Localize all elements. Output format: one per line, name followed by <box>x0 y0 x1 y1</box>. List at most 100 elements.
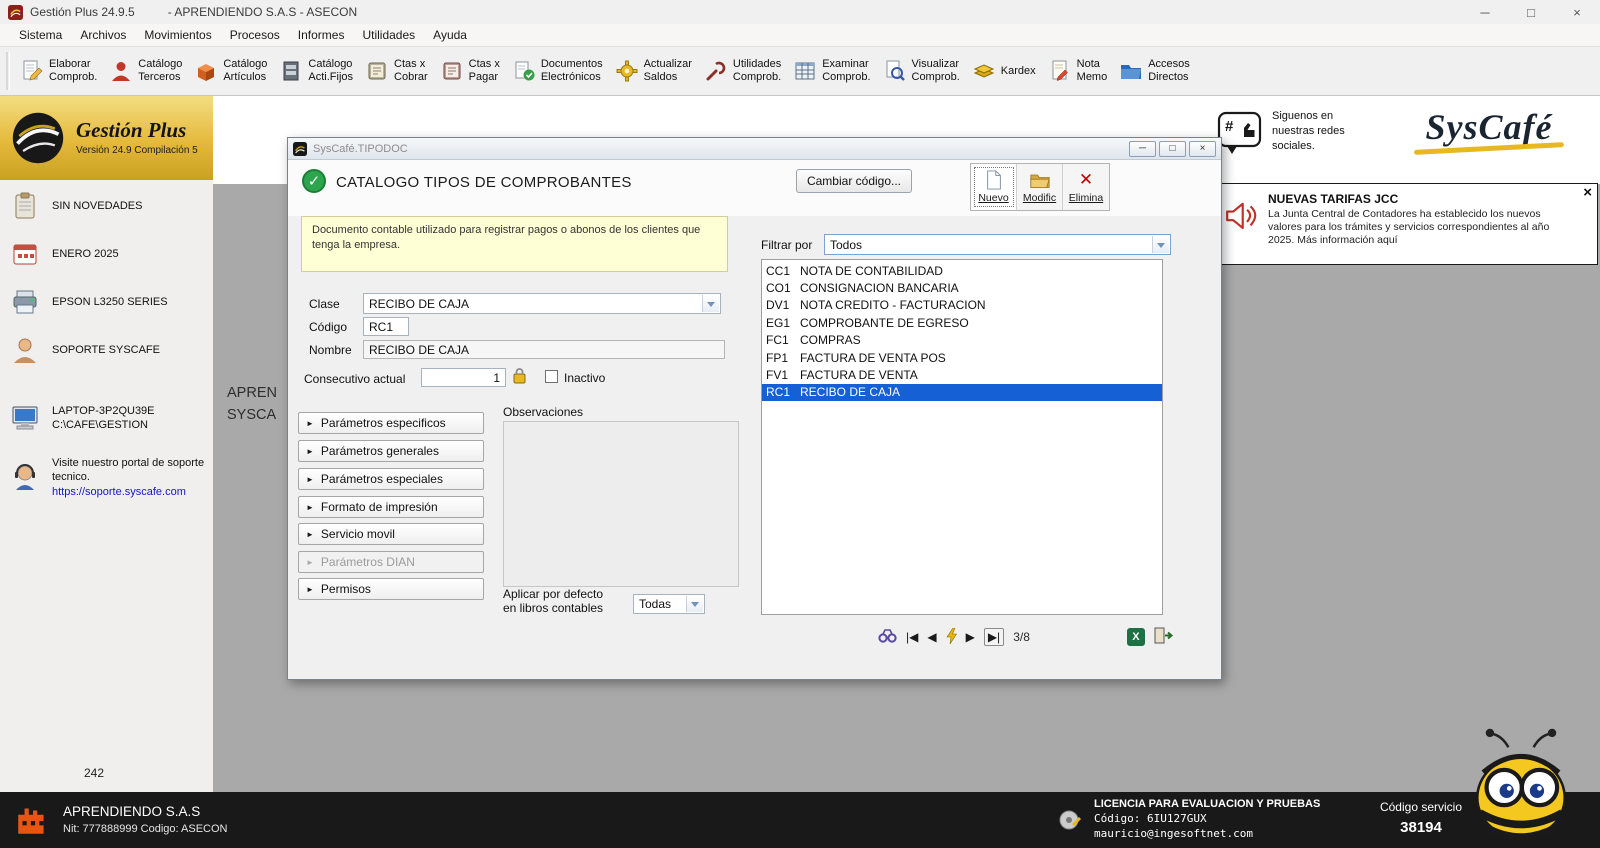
refresh-lightning-icon[interactable] <box>946 628 957 647</box>
eliminar-button[interactable]: ✕ Elimina <box>1063 164 1109 210</box>
inactivo-checkbox[interactable] <box>545 370 558 383</box>
toolbar-catalogo-actifijos[interactable]: CatálogoActi.Fijos <box>273 54 359 88</box>
dialog-close-button[interactable]: × <box>1189 141 1216 157</box>
parametros-generales-button[interactable]: Parámetros generales <box>298 440 484 462</box>
toolbar-documentos-electronicos[interactable]: DocumentosElectrónicos <box>506 54 609 88</box>
sidebar-item-periodo[interactable]: ENERO 2025 <box>10 238 205 270</box>
toolbar-elaborar-comprob[interactable]: ElaborarComprob. <box>14 54 103 88</box>
nombre-field[interactable]: RECIBO DE CAJA <box>363 340 725 359</box>
consecutivo-field[interactable]: 1 <box>421 368 506 387</box>
clase-label: Clase <box>309 297 340 311</box>
dialog-maximize-button[interactable]: □ <box>1159 141 1186 157</box>
license-title: LICENCIA PARA EVALUACION Y PRUEBAS <box>1094 798 1320 810</box>
toolbar-utilidades-comprob[interactable]: UtilidadesComprob. <box>698 54 787 88</box>
sidebar-item-portal[interactable]: Visite nuestro portal de soporte tecnico… <box>10 456 205 499</box>
toolbar-actualizar-saldos[interactable]: ActualizarSaldos <box>609 54 698 88</box>
parametros-especiales-button[interactable]: Parámetros especiales <box>298 468 484 490</box>
main-area: Gestión Plus Versión 24.9 Compilación 5 … <box>0 96 1600 792</box>
toolbar-ctas-pagar[interactable]: Ctas xPagar <box>434 54 506 88</box>
aplicar-label-line1: Aplicar por defecto <box>503 587 603 601</box>
sidebar-item-novedades[interactable]: SIN NOVEDADES <box>10 190 205 222</box>
nota-memo-icon <box>1048 59 1072 83</box>
toolbar-kardex[interactable]: Kardex <box>966 55 1042 87</box>
toolbar-label: UtilidadesComprob. <box>733 58 781 84</box>
doc-type-row[interactable]: FC1COMPRAS <box>762 332 1162 349</box>
menu-informes[interactable]: Informes <box>289 26 354 44</box>
computer-icon <box>10 403 40 433</box>
social-block[interactable]: # Siguenos en nuestras redes sociales. <box>1217 109 1364 159</box>
logo-subtitle: Versión 24.9 Compilación 5 <box>76 145 198 156</box>
record-navigation: |◀ ◀ ▶ ▶| 3/8 X <box>878 627 1174 647</box>
menu-utilidades[interactable]: Utilidades <box>353 26 424 44</box>
doc-type-row[interactable]: CO1CONSIGNACION BANCARIA <box>762 279 1162 296</box>
main-toolbar: ElaborarComprob. CatálogoTerceros Catálo… <box>0 46 1600 96</box>
doc-type-row[interactable]: RC1RECIBO DE CAJA <box>762 384 1162 401</box>
sidebar-item-label: SIN NOVEDADES <box>52 199 142 213</box>
parametros-dian-button[interactable]: Parámetros DIAN <box>298 551 484 573</box>
doc-type-row[interactable]: CC1NOTA DE CONTABILIDAD <box>762 262 1162 279</box>
toolbar-catalogo-terceros[interactable]: CatálogoTerceros <box>103 54 188 88</box>
sidebar-item-impresora[interactable]: EPSON L3250 SERIES <box>10 286 205 318</box>
filter-dropdown[interactable]: Todos <box>824 234 1171 255</box>
doc-type-row[interactable]: FP1FACTURA DE VENTA POS <box>762 349 1162 366</box>
elaborar-comprob-icon <box>20 59 44 83</box>
company-nit: Nit: 777888999 Codigo: ASECON <box>63 823 228 835</box>
license-icon <box>1058 808 1082 832</box>
permisos-button[interactable]: Permisos <box>298 578 484 600</box>
observaciones-textarea[interactable] <box>503 421 739 587</box>
sidebar-item-equipo[interactable]: LAPTOP-3P2QU39EC:\CAFE\GESTION <box>10 402 205 434</box>
last-record-icon[interactable]: ▶| <box>984 628 1004 646</box>
company-name: APRENDIENDO S.A.S <box>63 804 228 819</box>
close-button[interactable]: × <box>1554 0 1600 24</box>
libros-contables-dropdown[interactable]: Todas <box>633 594 705 614</box>
dialog-minimize-button[interactable]: ─ <box>1129 141 1156 157</box>
modificar-button[interactable]: Modific <box>1017 164 1063 210</box>
sidebar: Gestión Plus Versión 24.9 Compilación 5 … <box>0 96 213 792</box>
window-subtitle: - APRENDIENDO S.A.S - ASECON <box>168 5 357 19</box>
codigo-field[interactable]: RC1 <box>363 317 409 336</box>
menu-archivos[interactable]: Archivos <box>71 26 135 44</box>
toolbar-visualizar-comprob[interactable]: VisualizarComprob. <box>877 54 966 88</box>
minimize-button[interactable]: ─ <box>1462 0 1508 24</box>
dialog-titlebar[interactable]: SysCafé.TIPODOC ─ □ × <box>288 138 1221 160</box>
cambiar-codigo-button[interactable]: Cambiar código... <box>796 169 912 193</box>
toolbar-nota-memo[interactable]: NotaMemo <box>1042 54 1114 88</box>
inactivo-label: Inactivo <box>564 371 605 385</box>
exit-door-icon[interactable] <box>1154 627 1174 647</box>
ctas-pagar-icon <box>440 59 464 83</box>
new-document-icon <box>984 170 1004 190</box>
previous-record-icon[interactable]: ◀ <box>927 631 936 643</box>
menu-procesos[interactable]: Procesos <box>221 26 289 44</box>
sidebar-item-soporte[interactable]: SOPORTE SYSCAFE <box>10 334 205 366</box>
formato-impresion-button[interactable]: Formato de impresión <box>298 496 484 518</box>
toolbar-label: DocumentosElectrónicos <box>541 58 603 84</box>
servicio-movil-button[interactable]: Servicio movil <box>298 523 484 545</box>
nuevo-button[interactable]: Nuevo <box>971 164 1017 210</box>
toolbar-examinar-comprob[interactable]: ExaminarComprob. <box>787 54 876 88</box>
doc-type-row[interactable]: FV1FACTURA DE VENTA <box>762 366 1162 383</box>
menu-ayuda[interactable]: Ayuda <box>424 26 476 44</box>
news-body: La Junta Central de Contadores ha establ… <box>1268 208 1577 247</box>
menu-sistema[interactable]: Sistema <box>10 26 71 44</box>
consecutivo-label: Consecutivo actual <box>304 372 405 386</box>
observaciones-label: Observaciones <box>503 405 583 419</box>
window-title: Gestión Plus 24.9.5 <box>30 5 135 19</box>
menu-movimientos[interactable]: Movimientos <box>135 26 220 44</box>
maximize-button[interactable]: □ <box>1508 0 1554 24</box>
clase-dropdown[interactable]: RECIBO DE CAJA <box>363 293 721 314</box>
next-record-icon[interactable]: ▶ <box>966 631 975 643</box>
news-close-icon[interactable]: × <box>1583 185 1592 200</box>
license-code: Código: 6IU127GUX <box>1094 812 1320 825</box>
parametros-especificos-button[interactable]: Parámetros especificos <box>298 412 484 434</box>
first-record-icon[interactable]: |◀ <box>906 631 918 643</box>
doc-type-row[interactable]: DV1NOTA CREDITO - FACTURACION <box>762 297 1162 314</box>
export-excel-icon[interactable]: X <box>1127 628 1145 646</box>
doc-type-list[interactable]: CC1NOTA DE CONTABILIDAD CO1CONSIGNACION … <box>761 259 1163 615</box>
search-binoculars-icon[interactable] <box>878 628 897 646</box>
catalogo-articulos-icon <box>194 59 218 83</box>
toolbar-catalogo-articulos[interactable]: CatálogoArtículos <box>188 54 273 88</box>
examinar-comprob-icon <box>793 59 817 83</box>
toolbar-ctas-cobrar[interactable]: Ctas xCobrar <box>359 54 434 88</box>
toolbar-accesos-directos[interactable]: AccesosDirectos <box>1113 54 1196 88</box>
doc-type-row[interactable]: EG1COMPROBANTE DE EGRESO <box>762 314 1162 331</box>
